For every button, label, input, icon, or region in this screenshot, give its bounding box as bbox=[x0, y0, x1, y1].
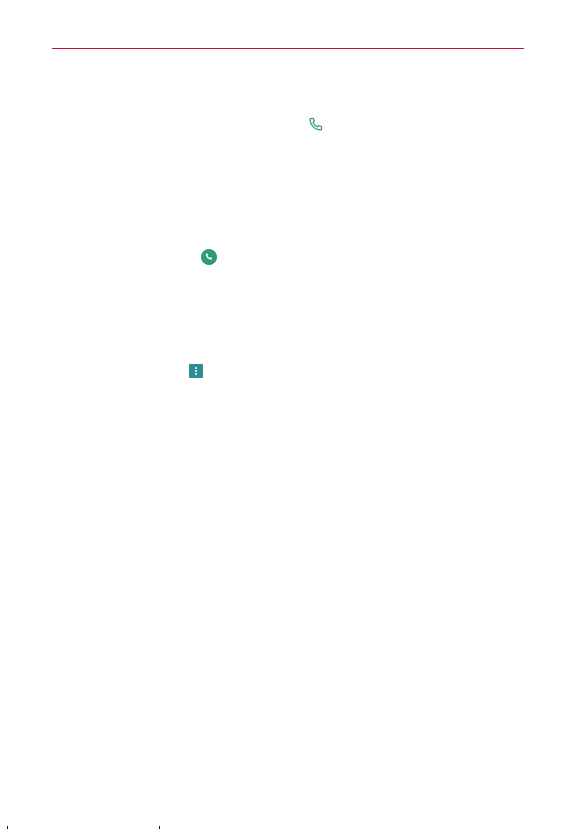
call-circle-icon bbox=[201, 249, 217, 265]
menu-dot bbox=[195, 367, 197, 369]
menu-dot bbox=[195, 373, 197, 375]
menu-dot bbox=[195, 370, 197, 372]
more-vertical-icon bbox=[189, 364, 203, 378]
header-rule bbox=[52, 48, 524, 49]
phone-outline-icon bbox=[308, 117, 324, 131]
